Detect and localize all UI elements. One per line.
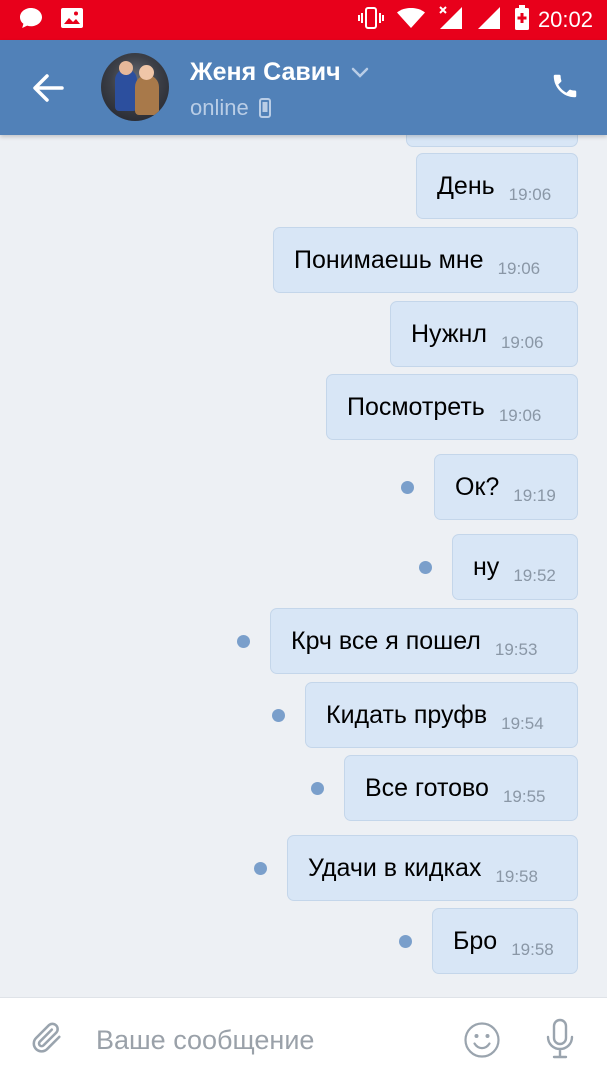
unread-indicator <box>311 782 324 795</box>
avatar-figure-1 <box>115 69 137 111</box>
unread-indicator <box>237 635 250 648</box>
message-bubble[interactable]: Ок? 19:19 <box>434 454 578 520</box>
wifi-icon <box>396 7 426 34</box>
message-time: 19:19 <box>513 486 556 505</box>
message-list[interactable]: День 19:06 Понимаешь мне 19:06 Нужнл 19:06 Пос… <box>0 135 607 997</box>
message-bubble[interactable]: Бро 19:58 <box>432 908 578 974</box>
avatar-head-2 <box>139 65 154 80</box>
message-text: Все готово <box>365 773 489 802</box>
contact-status-row: online <box>190 95 271 121</box>
message-bubble[interactable]: ну 19:52 <box>452 534 578 600</box>
message-text: ну <box>473 552 500 581</box>
message-composer <box>0 997 607 1080</box>
message-text: Крч все я пошел <box>291 626 481 655</box>
message-text: День <box>437 171 495 200</box>
signal-no-data-icon <box>438 5 464 36</box>
signal-icon <box>476 5 502 36</box>
chat-screen: 20:02 Женя Савич online День 19:06 Понимае… <box>0 0 607 1080</box>
back-button[interactable] <box>28 68 68 108</box>
phone-icon <box>553 74 577 98</box>
avatar-figure-2 <box>135 75 159 115</box>
message-notification-icon <box>18 6 44 35</box>
back-arrow-icon <box>33 74 64 102</box>
message-input[interactable] <box>96 1018 436 1062</box>
contact-status: online <box>190 95 249 120</box>
message-text: Нужнл <box>411 319 487 348</box>
message-bubble[interactable]: Удачи в кидках 19:58 <box>287 835 578 901</box>
message-bubble[interactable]: Нужнл 19:06 <box>390 301 578 367</box>
message-bubble[interactable]: День 19:06 <box>416 153 578 219</box>
message-time: 19:54 <box>501 714 544 733</box>
message-bubble[interactable]: Посмотреть 19:06 <box>326 374 578 440</box>
battery-charging-icon <box>514 4 530 36</box>
avatar-head-1 <box>119 61 133 75</box>
message-time: 19:52 <box>513 566 556 585</box>
attach-button[interactable] <box>28 1018 68 1060</box>
unread-indicator <box>399 935 412 948</box>
chat-header: Женя Савич online <box>0 40 607 135</box>
chevron-down-icon <box>351 67 368 78</box>
message-time: 19:53 <box>494 640 538 659</box>
paperclip-icon <box>32 1022 61 1053</box>
message-time: 19:06 <box>508 185 552 204</box>
message-bubble[interactable]: Все готово 19:55 <box>344 755 578 821</box>
message-bubble[interactable]: Крч все я пошел 19:53 <box>270 608 578 674</box>
mobile-device-icon <box>258 98 271 118</box>
message-time: 19:06 <box>500 333 544 352</box>
status-bar-time: 20:02 <box>537 7 593 32</box>
message-bubble-partial <box>406 135 578 147</box>
message-text: Удачи в кидках <box>308 853 482 882</box>
status-bar: 20:02 <box>0 0 607 40</box>
image-notification-icon <box>60 7 84 34</box>
message-text: Посмотреть <box>347 392 485 421</box>
message-time: 19:06 <box>497 259 541 278</box>
emoji-button[interactable] <box>462 1020 502 1060</box>
message-time: 19:58 <box>511 940 554 959</box>
vibrate-icon <box>357 6 384 35</box>
contact-name: Женя Савич <box>190 58 341 86</box>
unread-indicator <box>254 862 267 875</box>
message-time: 19:55 <box>502 787 546 806</box>
unread-indicator <box>419 561 432 574</box>
avatar[interactable] <box>101 53 169 121</box>
message-time: 19:06 <box>498 406 542 425</box>
call-button[interactable] <box>547 68 583 104</box>
status-bar-system: 20:02 <box>346 4 593 36</box>
microphone-icon <box>546 1018 574 1059</box>
message-text: Ок? <box>455 472 500 501</box>
message-bubble[interactable]: Кидать пруфв 19:54 <box>305 682 578 748</box>
unread-indicator <box>272 709 285 722</box>
message-text: Бро <box>453 926 498 955</box>
voice-message-button[interactable] <box>540 1016 580 1062</box>
message-bubble[interactable]: Понимаешь мне 19:06 <box>273 227 578 293</box>
message-text: Понимаешь мне <box>294 245 484 274</box>
status-bar-notifications <box>18 6 100 35</box>
message-time: 19:58 <box>495 867 538 886</box>
emoji-icon <box>464 1022 500 1058</box>
unread-indicator <box>401 481 414 494</box>
message-text: Кидать пруфв <box>326 700 488 729</box>
contact-name-row[interactable]: Женя Савич <box>190 58 369 87</box>
